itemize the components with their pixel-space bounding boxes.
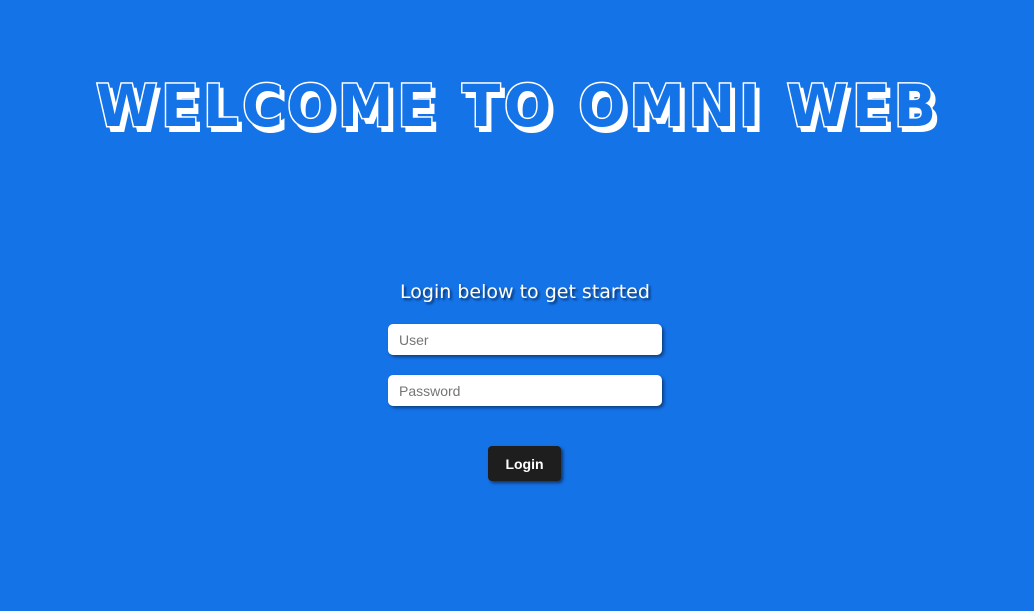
headline-graphic: WELCOME TO OMNI WEB WELCOME TO OMNI WEB	[95, 71, 942, 145]
headline-text: WELCOME TO OMNI WEB	[96, 72, 940, 140]
password-input[interactable]	[388, 375, 662, 406]
login-subtitle: Login below to get started	[400, 281, 650, 303]
user-input[interactable]	[388, 324, 662, 355]
login-button[interactable]: Login	[488, 446, 561, 481]
page-headline: WELCOME TO OMNI WEB WELCOME TO OMNI WEB	[0, 64, 1034, 145]
